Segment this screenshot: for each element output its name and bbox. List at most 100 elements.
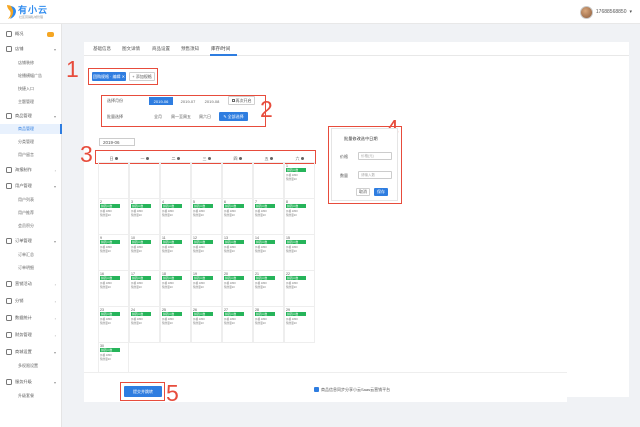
batch-option-weekdays[interactable]: 周一至周五: [171, 114, 191, 120]
tab-goods-settings[interactable]: 商品设置: [152, 46, 170, 52]
calendar-day[interactable]: 4 拼团人数 价格 1800 预约量10: [160, 198, 191, 235]
sidebar-item-overview[interactable]: 概况: [0, 29, 62, 39]
month-input[interactable]: 2019-06: [99, 138, 135, 146]
weekday-tue[interactable]: 二: [160, 155, 191, 162]
price-input[interactable]: 价格(元): [358, 152, 392, 160]
calendar-day[interactable]: 15 拼团人数 价格 1800 预约量10: [284, 234, 315, 271]
calendar-day[interactable]: 9 拼团人数 价格 1800 预约量10: [98, 234, 129, 271]
calendar-day[interactable]: 21 拼团人数 价格 1800 预约量10: [253, 270, 284, 307]
calendar-day[interactable]: 24 拼团人数 价格 1800 预约量10: [129, 306, 160, 343]
tab-stock-time[interactable]: 库存/时间: [211, 46, 230, 52]
calendar-day[interactable]: 13 拼团人数 价格 1800 预约量10: [222, 234, 253, 271]
month-option-2019-07[interactable]: 2019-07: [176, 97, 200, 105]
logo-icon: [7, 5, 16, 19]
calendar-day[interactable]: 25 拼团人数 价格 1800 预约量10: [160, 306, 191, 343]
cancel-button[interactable]: 取消: [356, 188, 370, 196]
calendar-day[interactable]: 29 拼团人数 价格 1800 预约量10: [284, 306, 315, 343]
sidebar-sub-points[interactable]: 会员积分: [18, 221, 62, 231]
calendar-day[interactable]: 20 拼团人数 价格 1800 预约量10: [222, 270, 253, 307]
poster-icon: [6, 167, 12, 173]
calendar-day[interactable]: 12 拼团人数 价格 1800 预约量10: [191, 234, 222, 271]
sidebar-item-label: 数据统计: [15, 315, 32, 320]
month-option-2019-06[interactable]: 2019-06: [149, 97, 173, 105]
calendar-day[interactable]: 23 拼团人数 价格 1800 预约量10: [98, 306, 129, 343]
sidebar-item-finance[interactable]: 财务管理 ›: [0, 330, 62, 340]
month-option-2019-08[interactable]: 2019-08: [200, 97, 224, 105]
sidebar-sub-permissions[interactable]: 多权限设置: [18, 361, 62, 371]
calendar-day[interactable]: 27 拼团人数 价格 1800 预约量10: [222, 306, 253, 343]
sidebar-sub-decoration[interactable]: 店铺装修: [18, 58, 62, 68]
calendar-day[interactable]: 19 拼团人数 价格 1800 预约量10: [191, 270, 222, 307]
calendar-grid: 1 拼团人数 价格 1800 预约量10 2 拼团人数 价格 1800 预约量10 3 拼团人数价…: [96, 162, 317, 379]
sync-checkbox[interactable]: [314, 387, 319, 392]
sidebar-item-distribution[interactable]: 分销 ›: [0, 296, 62, 306]
sidebar-item-orders[interactable]: 订单管理 ▾: [0, 236, 62, 246]
weekday-sat[interactable]: 六: [284, 155, 315, 162]
calendar-day[interactable]: 3 拼团人数 价格 1800 预约量10: [129, 198, 160, 235]
weekday-thu[interactable]: 四: [222, 155, 253, 162]
reopen-button[interactable]: 再次开启: [228, 96, 255, 105]
calendar-day[interactable]: 11 拼团人数 价格 1800 预约量10: [160, 234, 191, 271]
sidebar-sub-theme[interactable]: 主题管理: [18, 97, 62, 107]
day-stock: 预约量10: [100, 322, 111, 325]
day-tag: 拼团人数: [162, 240, 182, 244]
sidebar-sub-user-list[interactable]: 用户列表: [18, 195, 62, 205]
calendar-day[interactable]: 28 拼团人数 价格 1800 预约量10: [253, 306, 284, 343]
sidebar-sub-banner[interactable]: 轮播横幅广告: [18, 71, 62, 81]
sidebar-sub-message[interactable]: 用户留言: [18, 150, 62, 160]
day-stock: 预约量10: [286, 250, 297, 253]
sidebar-sub-shortcut[interactable]: 快捷入口: [18, 84, 62, 94]
sidebar-item-shop[interactable]: 店铺 ▾: [0, 44, 62, 54]
calendar-day[interactable]: 5 拼团人数 价格 1800 预约量10: [191, 198, 222, 235]
calendar-day[interactable]: 1 拼团人数 价格 1800 预约量10: [284, 162, 315, 199]
calendar-day[interactable]: 6 拼团人数 价格 1800 预约量10: [222, 198, 253, 235]
batch-option-month[interactable]: 全月: [154, 114, 162, 120]
sidebar-item-stats[interactable]: 数据统计 ›: [0, 313, 62, 323]
day-tag: 拼团人数: [131, 204, 151, 208]
add-spec-button[interactable]: + 添加规格: [129, 72, 155, 81]
sidebar-item-goods[interactable]: 商品管理 ▾: [0, 111, 62, 121]
save-button[interactable]: 保存: [374, 188, 388, 196]
sidebar-sub-category[interactable]: 分类管理: [18, 137, 62, 147]
sidebar-item-poster[interactable]: 海报制作 ›: [0, 165, 62, 175]
weekday-fri[interactable]: 五: [253, 155, 284, 162]
tab-presale[interactable]: 预售须知: [181, 46, 199, 52]
stock-input[interactable]: 请输入数: [358, 171, 392, 179]
calendar-day[interactable]: 2 拼团人数 价格 1800 预约量10: [98, 198, 129, 235]
day-stock: 预约量10: [255, 322, 266, 325]
sidebar-sub-user-referral[interactable]: 用户推荐: [18, 208, 62, 218]
calendar-day[interactable]: 10 拼团人数 价格 1800 预约量10: [129, 234, 160, 271]
calendar-day[interactable]: 14 拼团人数 价格 1800 预约量10: [253, 234, 284, 271]
weekday-sun[interactable]: 日: [98, 155, 129, 162]
tab-detail[interactable]: 图文详情: [122, 46, 140, 52]
spec-tag[interactable]: 团购规格 · 编辑 ✕: [92, 72, 126, 81]
logo[interactable]: 有小云 社区营销私域管理: [5, 3, 61, 21]
weekday-mon[interactable]: 一: [129, 155, 160, 162]
calendar-day[interactable]: 7 拼团人数 价格 1800 预约量10: [253, 198, 284, 235]
sidebar-sub-goods-manage[interactable]: 商品管理: [0, 124, 62, 134]
calendar-day[interactable]: 16 拼团人数 价格 1800 预约量10: [98, 270, 129, 307]
weekday-wed[interactable]: 三: [191, 155, 222, 162]
sidebar-item-settings[interactable]: 商城设置 ▾: [0, 347, 62, 357]
calendar-day[interactable]: 22 拼团人数 价格 1800 预约量10: [284, 270, 315, 307]
day-stock: 预约量10: [224, 286, 235, 289]
avatar[interactable]: [579, 5, 593, 19]
user-menu[interactable]: 17688568850 ▾: [579, 5, 632, 19]
calendar-day[interactable]: 18 拼团人数 价格 1800 预约量10: [160, 270, 191, 307]
calendar-day[interactable]: 26 拼团人数 价格 1800 预约量10: [191, 306, 222, 343]
sidebar-sub-upgrade-plan[interactable]: 升级套餐: [18, 391, 62, 401]
select-all-button[interactable]: ✎ 全部选择: [219, 112, 248, 121]
calendar-day[interactable]: 17 拼团人数 价格 1800 预约量10: [129, 270, 160, 307]
close-icon[interactable]: ✕: [122, 74, 125, 79]
batch-option-weekend[interactable]: 周六日: [199, 114, 211, 120]
tab-basic[interactable]: 基础信息: [93, 46, 111, 52]
weekday-label: 六: [295, 155, 300, 161]
sidebar-item-marketing[interactable]: 营销活动 ›: [0, 279, 62, 289]
sidebar-item-users[interactable]: 用户管理 ▾: [0, 181, 62, 191]
sidebar-item-upgrade[interactable]: 服务升级 ▾: [0, 377, 62, 387]
submit-button[interactable]: 提交并跳转: [124, 386, 162, 397]
sidebar-sub-order-detail[interactable]: 订单明细: [18, 263, 62, 273]
calendar-day[interactable]: 8 拼团人数 价格 1800 预约量10: [284, 198, 315, 235]
sidebar-sub-order-summary[interactable]: 订单汇总: [18, 250, 62, 260]
batch-select-label: 批量选择: [107, 114, 123, 119]
